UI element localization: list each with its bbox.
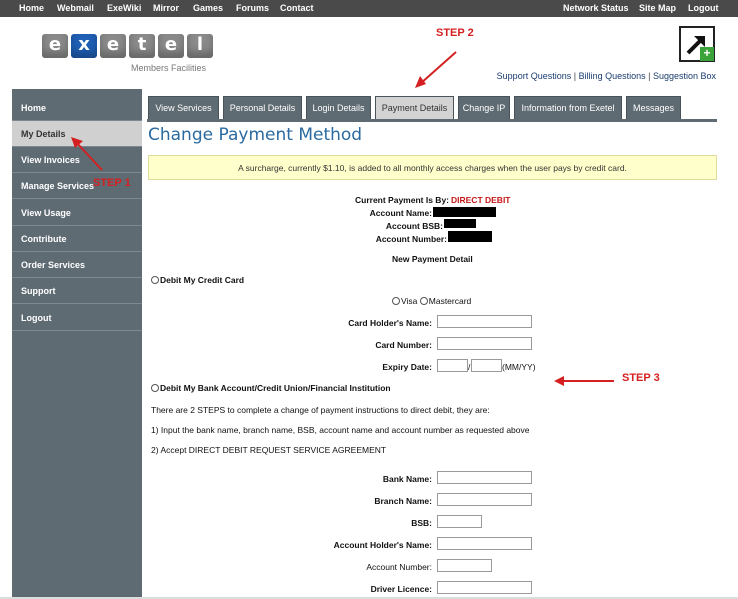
card-holder-input[interactable] [437,315,532,328]
bank-account-option-label: Debit My Bank Account/Credit Union/Finan… [160,383,391,393]
step2-arrow-icon [415,51,457,88]
surcharge-notice: A surcharge, currently $1.10, is added t… [148,155,717,180]
step3-arrow-icon [554,376,614,386]
bsb-label: BSB: [411,518,432,528]
step3-annotation: STEP 3 [622,372,660,384]
expiry-hint: (MM/YY) [502,362,536,372]
link-separator: | [571,71,579,81]
driver-licence-label: Driver Licence: [370,584,432,594]
card-type-selector: Visa Mastercard [392,296,471,306]
sidebar-item-home[interactable]: Home [12,95,142,121]
steps-intro-text: There are 2 STEPS to complete a change o… [151,405,490,415]
plus-icon: + [700,47,714,61]
step1-arrow-icon [71,137,103,171]
sidebar-item-contribute[interactable]: Contribute [12,226,142,252]
tab-change-ip[interactable]: Change IP [458,96,510,119]
topnav-network-status-link[interactable]: Network Status [563,3,629,13]
credit-card-radio[interactable] [151,276,159,284]
card-number-input[interactable] [437,337,532,350]
topnav-mirror-link[interactable]: Mirror [153,3,179,13]
new-payment-heading: New Payment Detail [392,254,473,264]
topnav-forums-link[interactable]: Forums [236,3,269,13]
branch-name-input[interactable] [437,493,532,506]
logo-letter: t [129,34,155,58]
redacted-account-name [433,207,496,217]
card-holder-label: Card Holder's Name: [348,318,432,328]
current-payment-label: Current Payment Is By: [355,195,449,205]
visa-radio[interactable] [392,297,400,305]
logo-letter: e [100,34,126,58]
topnav-webmail-link[interactable]: Webmail [57,3,94,13]
bank-account-number-input[interactable] [437,559,492,572]
top-nav-bar: Home Webmail ExeWiki Mirror Games Forums… [0,0,738,17]
logo-letter: x [71,34,97,58]
support-questions-link[interactable]: Support Questions [497,71,572,81]
topnav-logout-link[interactable]: Logout [688,3,719,13]
step-one-text: 1) Input the bank name, branch name, BSB… [151,425,530,435]
header-links: Support Questions | Billing Questions | … [497,71,716,81]
link-separator: | [645,71,653,81]
bank-name-label: Bank Name: [382,474,432,484]
logo-letter: l [187,34,213,58]
topnav-home-link[interactable]: Home [19,3,44,13]
topnav-site-map-link[interactable]: Site Map [639,3,676,13]
step-two-text: 2) Accept DIRECT DEBIT REQUEST SERVICE A… [151,445,387,455]
page-title: Change Payment Method [148,125,363,145]
expiry-year-input[interactable] [471,359,502,372]
logo-letter: e [42,34,68,58]
exetel-logo[interactable]: e x e t e l [42,34,213,62]
bank-account-option[interactable]: Debit My Bank Account/Credit Union/Finan… [151,383,391,393]
account-holder-label: Account Holder's Name: [333,540,432,550]
external-link-icon[interactable]: + [679,26,715,62]
credit-card-option[interactable]: Debit My Credit Card [151,275,244,285]
tab-personal-details[interactable]: Personal Details [223,96,302,119]
current-payment-value: DIRECT DEBIT [451,195,511,205]
tab-view-services[interactable]: View Services [148,96,219,119]
account-number-label: Account Number: [375,234,447,244]
branch-name-label: Branch Name: [374,496,432,506]
logo-subtitle: Members Facilities [131,63,207,73]
current-payment-label-text: Current Payment Is By: [355,195,449,205]
tab-messages[interactable]: Messages [626,96,681,119]
bank-account-radio[interactable] [151,384,159,392]
card-number-label: Card Number: [375,340,432,350]
sidebar-item-order-services[interactable]: Order Services [12,252,142,278]
redacted-account-bsb [444,219,476,228]
tab-underline [147,119,717,122]
right-gutter [723,89,738,599]
account-bsb-label: Account BSB: [385,221,443,231]
mastercard-radio[interactable] [419,297,428,305]
redacted-account-number [448,231,492,242]
step2-annotation: STEP 2 [436,27,474,39]
expiry-month-input[interactable] [437,359,468,372]
driver-licence-input[interactable] [437,581,532,594]
credit-card-option-label: Debit My Credit Card [160,275,245,285]
expiry-date-label: Expiry Date: [382,362,432,372]
account-name-label: Account Name: [369,208,432,218]
topnav-contact-link[interactable]: Contact [280,3,314,13]
tab-payment-details[interactable]: Payment Details [375,96,454,119]
suggestion-box-link[interactable]: Suggestion Box [653,71,716,81]
mastercard-label: Mastercard [428,296,472,306]
bank-name-input[interactable] [437,471,532,484]
tab-information-from-exetel[interactable]: Information from Exetel [514,96,622,119]
step1-annotation: STEP 1 [93,177,131,189]
billing-questions-link[interactable]: Billing Questions [579,71,646,81]
bank-account-number-label: Account Number: [366,562,432,572]
topnav-exewiki-link[interactable]: ExeWiki [107,3,141,13]
topnav-games-link[interactable]: Games [193,3,223,13]
tab-login-details[interactable]: Login Details [306,96,371,119]
account-holder-input[interactable] [437,537,532,550]
bsb-input[interactable] [437,515,482,528]
sidebar-item-view-usage[interactable]: View Usage [12,200,142,226]
sidebar-item-support[interactable]: Support [12,278,142,304]
visa-label: Visa [401,296,418,306]
sidebar-item-logout[interactable]: Logout [12,305,142,331]
logo-letter: e [158,34,184,58]
